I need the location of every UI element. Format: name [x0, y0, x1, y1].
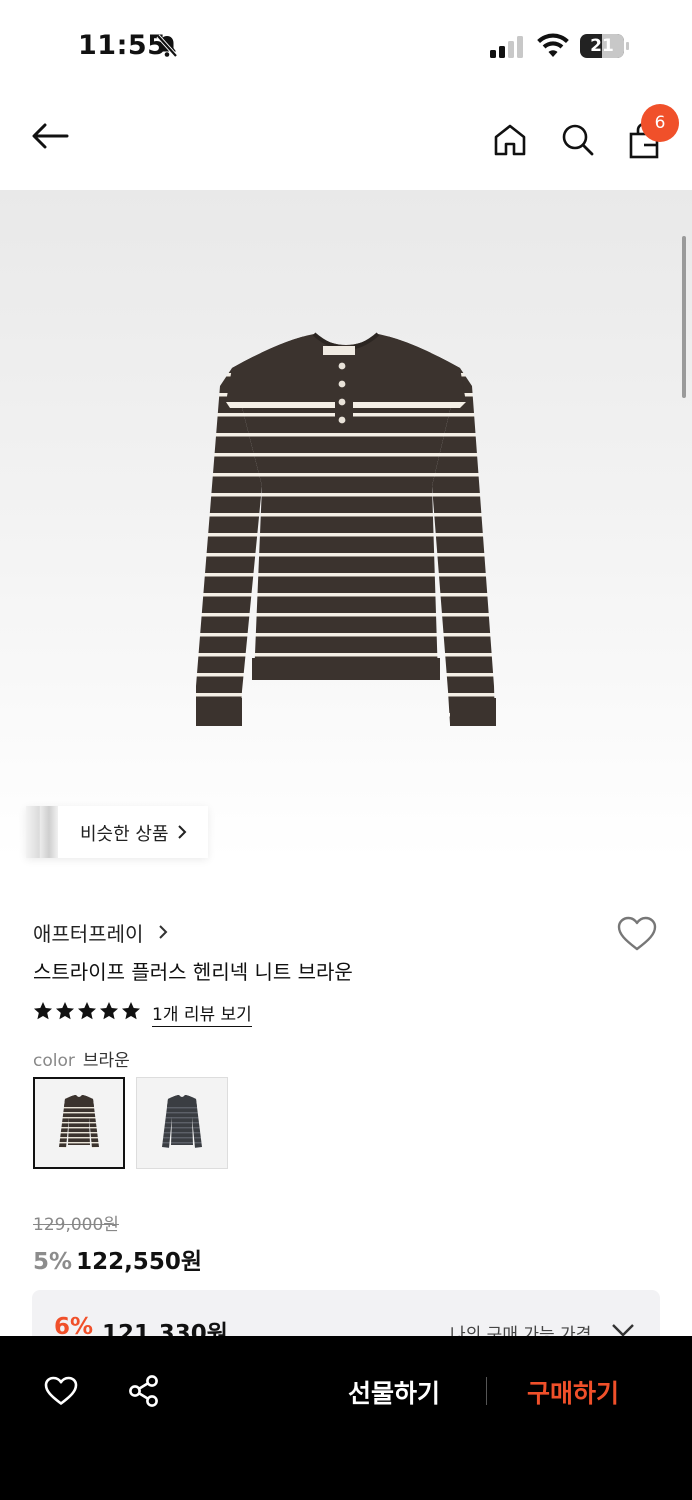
- search-icon[interactable]: [560, 122, 596, 162]
- rating-stars: [33, 1001, 141, 1021]
- brand-link[interactable]: 애프터프레이: [33, 918, 143, 947]
- bell-slash-icon: [154, 33, 180, 63]
- scrollbar[interactable]: [682, 236, 686, 398]
- share-icon[interactable]: [127, 1374, 161, 1412]
- wifi-icon: [536, 33, 570, 63]
- buy-button[interactable]: 구매하기: [527, 1374, 619, 1410]
- home-icon[interactable]: [492, 122, 528, 162]
- battery-icon: 21: [580, 34, 630, 58]
- product-image-area[interactable]: 비슷한 상품: [0, 190, 692, 860]
- similar-products-button[interactable]: 비슷한 상품: [26, 806, 208, 858]
- star-icon: [78, 1002, 96, 1020]
- color-label-row: color 브라운: [33, 1046, 130, 1071]
- divider: [486, 1377, 487, 1405]
- review-link[interactable]: 1개 리뷰 보기: [152, 1000, 252, 1027]
- discount-percent: 5%: [33, 1249, 73, 1275]
- star-icon: [56, 1002, 74, 1020]
- signal-icon: [490, 36, 526, 62]
- sale-price: 122,550원: [76, 1249, 202, 1275]
- color-option-gray[interactable]: [136, 1077, 228, 1169]
- battery-level: 21: [590, 36, 614, 56]
- product-image: [196, 332, 496, 726]
- original-price: 129,000원: [33, 1215, 119, 1235]
- cart-count-badge: 6: [641, 104, 679, 142]
- bottom-action-bar: 선물하기 구매하기: [0, 1336, 692, 1500]
- color-option-brown[interactable]: [33, 1077, 125, 1169]
- top-navigation: 6: [0, 92, 692, 190]
- similar-products-label: 비슷한 상품: [80, 824, 169, 845]
- chevron-right-icon: [176, 824, 188, 844]
- gift-button[interactable]: 선물하기: [348, 1374, 440, 1410]
- star-icon: [34, 1002, 52, 1020]
- heart-icon[interactable]: [44, 1376, 78, 1410]
- chevron-right-icon[interactable]: [158, 924, 168, 944]
- wishlist-heart-icon[interactable]: [617, 916, 657, 956]
- sale-price-row: 5% 122,550원: [33, 1242, 202, 1276]
- product-name: 스트라이프 플러스 헨리넥 니트 브라운: [33, 960, 353, 984]
- color-key: color: [33, 1051, 75, 1071]
- star-icon: [100, 1002, 118, 1020]
- star-icon: [122, 1002, 140, 1020]
- color-value: 브라운: [82, 1051, 130, 1071]
- status-bar: 11:55 21: [0, 0, 692, 92]
- back-arrow-icon[interactable]: [30, 122, 70, 154]
